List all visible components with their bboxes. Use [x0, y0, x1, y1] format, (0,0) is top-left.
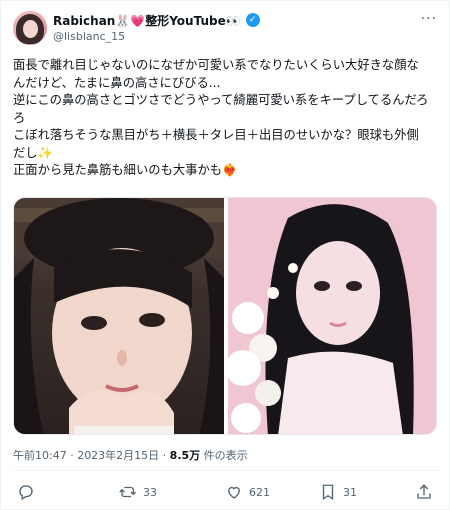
action-bar: 33 621 31 — [13, 481, 439, 505]
photo-2-image — [228, 198, 436, 434]
retweet-count: 33 — [143, 485, 157, 499]
tweet-text-line: 面長で離れ目じゃないのになぜか可愛い系でなりたいくらい大好きな顔な — [13, 58, 419, 72]
tweet-text-line: 逆にこの鼻の高さとゴツさでどうやって綺麗可愛い系をキープしてるんだろ — [13, 93, 429, 107]
display-name[interactable]: Rabichan🐰💗整形YouTube👀 — [53, 12, 241, 29]
photo-1[interactable] — [14, 198, 224, 434]
tweet-text-line: ろ — [13, 110, 26, 125]
tweet-header: Rabichan🐰💗整形YouTube👀 ✓ @lisblanc_15 ··· — [13, 11, 439, 47]
tweet-card: Rabichan🐰💗整形YouTube👀 ✓ @lisblanc_15 ··· … — [0, 0, 450, 510]
more-options-icon[interactable]: ··· — [421, 11, 437, 27]
like-button[interactable]: 621 — [225, 483, 270, 501]
bookmark-button[interactable]: 31 — [319, 483, 357, 501]
media-grid — [13, 197, 437, 435]
tweet-text-line: 正面から見た鼻筋も細いのも大事かも❤️‍🔥 — [13, 163, 238, 177]
view-count: 8.5万 — [169, 449, 201, 462]
avatar[interactable] — [13, 11, 47, 45]
bookmark-count: 31 — [343, 485, 357, 499]
tweet-text: 面長で離れ目じゃないのになぜか可愛い系でなりたいくらい大好きな顔な んだけど、た… — [13, 57, 441, 180]
reply-button[interactable] — [17, 483, 35, 501]
bookmark-icon — [322, 484, 334, 501]
tweet-text-line: んだけど、たまに鼻の高さにびびる... — [13, 75, 221, 90]
heart-icon — [228, 486, 240, 499]
reply-icon — [19, 485, 33, 500]
user-handle[interactable]: @lisblanc_15 — [53, 30, 125, 43]
like-count: 621 — [249, 485, 270, 499]
share-button[interactable] — [415, 483, 433, 501]
share-icon — [417, 484, 431, 499]
timestamp-text[interactable]: 午前10:47 · 2023年2月15日 · — [13, 449, 170, 462]
photo-1-image — [14, 198, 224, 434]
photo-2[interactable] — [228, 198, 436, 434]
tweet-timestamp[interactable]: 午前10:47 · 2023年2月15日 · 8.5万 件の表示 — [13, 447, 248, 463]
tweet-text-line: だし✨ — [13, 145, 53, 160]
retweet-button[interactable]: 33 — [119, 483, 157, 501]
tweet-text-line: こぼれ落ちそうな黒目がち＋横長＋タレ目＋出目のせいかな？眼球も外側 — [13, 128, 419, 142]
retweet-icon — [119, 486, 136, 498]
verified-badge-icon: ✓ — [245, 13, 260, 27]
view-suffix: 件の表示 — [200, 449, 248, 462]
divider — [13, 470, 439, 471]
name-row[interactable]: Rabichan🐰💗整形YouTube👀 ✓ — [53, 12, 260, 28]
